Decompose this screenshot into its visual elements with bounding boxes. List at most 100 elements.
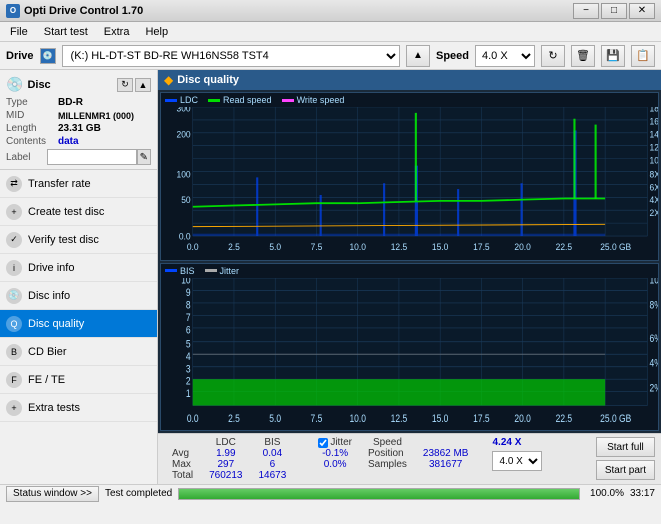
- svg-text:7.5: 7.5: [311, 413, 323, 425]
- speed-select[interactable]: 4.0 X: [475, 45, 535, 67]
- svg-text:0.0: 0.0: [179, 231, 191, 242]
- sidebar-item-extra-tests[interactable]: + Extra tests: [0, 394, 157, 422]
- sidebar-item-verify-test-disc[interactable]: ✓ Verify test disc: [0, 226, 157, 254]
- extra-tests-icon: +: [6, 400, 22, 416]
- status-bar: Status window >> Test completed 100.0% 3…: [0, 484, 661, 502]
- svg-text:8%: 8%: [650, 299, 658, 311]
- svg-text:4%: 4%: [650, 357, 658, 369]
- svg-text:50: 50: [181, 195, 190, 206]
- svg-text:1: 1: [186, 388, 191, 400]
- dq-title: Disc quality: [177, 74, 239, 86]
- label-edit-btn[interactable]: ✎: [137, 149, 151, 165]
- write-button[interactable]: 💾: [601, 45, 625, 67]
- chart1-legend: LDC Read speed Write speed: [161, 93, 658, 107]
- svg-text:10X: 10X: [650, 155, 658, 166]
- sidebar-item-disc-quality[interactable]: Q Disc quality: [0, 310, 157, 338]
- app-title: Opti Drive Control 1.70: [24, 5, 143, 17]
- status-window-button[interactable]: Status window >>: [6, 486, 99, 502]
- create-test-disc-icon: +: [6, 204, 22, 220]
- drive-info-icon: i: [6, 260, 22, 276]
- disc-icon: 💿: [6, 76, 23, 93]
- start-full-button[interactable]: Start full: [596, 437, 655, 457]
- col-spacer: [294, 437, 310, 448]
- menu-help[interactable]: Help: [139, 25, 174, 39]
- max-ldc: 297: [201, 459, 250, 470]
- svg-text:2.5: 2.5: [228, 413, 240, 425]
- sidebar-item-transfer-rate[interactable]: ⇄ Transfer rate: [0, 170, 157, 198]
- drive-select[interactable]: (K:) HL-DT-ST BD-RE WH16NS58 TST4: [62, 45, 400, 67]
- start-part-button[interactable]: Start part: [596, 460, 655, 480]
- svg-text:10.0: 10.0: [349, 242, 365, 253]
- chart2-legend: BIS Jitter: [161, 264, 658, 278]
- contents-value: data: [58, 136, 79, 147]
- erase-button[interactable]: 🗑: [571, 45, 595, 67]
- title-bar: O Opti Drive Control 1.70 − □ ✕: [0, 0, 661, 22]
- close-button[interactable]: ✕: [629, 3, 655, 19]
- disc-eject-btn[interactable]: ▲: [135, 78, 151, 92]
- chart1-svg: 300 200 100 50 0.0 18X 16X 14X 12X: [161, 107, 658, 260]
- sidebar-item-create-test-disc[interactable]: + Create test disc: [0, 198, 157, 226]
- svg-text:12X: 12X: [650, 142, 658, 153]
- sidebar-item-drive-info[interactable]: i Drive info: [0, 254, 157, 282]
- write-speed-color: [282, 99, 294, 102]
- svg-text:16X: 16X: [650, 116, 658, 127]
- disc-refresh-btn[interactable]: ↻: [117, 78, 133, 92]
- cd-bier-icon: B: [6, 344, 22, 360]
- stats-speed-dropdown[interactable]: 4.0 X: [492, 451, 542, 471]
- chart2-svg: 10 9 8 7 6 5 4 3 2 1: [161, 278, 658, 431]
- refresh-button[interactable]: ↻: [541, 45, 565, 67]
- chart1-svg-area: 300 200 100 50 0.0 18X 16X 14X 12X: [161, 107, 658, 260]
- menu-extra[interactable]: Extra: [98, 25, 136, 39]
- svg-text:25.0 GB: 25.0 GB: [600, 413, 631, 425]
- col-bis: BIS: [251, 437, 295, 448]
- jitter-color: [205, 269, 217, 272]
- stats-row-max: Max 297 6 0.0% Samples 381677: [164, 459, 476, 470]
- ldc-color: [165, 99, 177, 102]
- sidebar-item-disc-info[interactable]: 💿 Disc info: [0, 282, 157, 310]
- chart1-container: LDC Read speed Write speed: [160, 92, 659, 261]
- svg-text:5: 5: [186, 338, 191, 350]
- length-value: 23.31 GB: [58, 123, 101, 134]
- avg-ldc: 1.99: [201, 448, 250, 459]
- svg-text:100: 100: [177, 169, 191, 180]
- label-label: Label: [6, 152, 47, 163]
- svg-text:0.0: 0.0: [187, 242, 199, 253]
- col-jitter: Jitter: [310, 437, 360, 448]
- length-label: Length: [6, 123, 58, 134]
- svg-text:2%: 2%: [650, 382, 658, 394]
- drive-icon: 💿: [40, 48, 56, 64]
- sidebar-item-fe-te[interactable]: F FE / TE: [0, 366, 157, 394]
- total-label: Total: [164, 470, 201, 481]
- legend-write: Write speed: [282, 95, 345, 105]
- speed-label: Speed: [436, 50, 469, 62]
- svg-text:17.5: 17.5: [473, 413, 490, 425]
- legend-bis: BIS: [165, 266, 195, 276]
- disc-panel-title: Disc: [27, 79, 50, 91]
- max-bis: 6: [251, 459, 295, 470]
- type-label: Type: [6, 97, 58, 108]
- total-bis: 14673: [251, 470, 295, 481]
- svg-text:5.0: 5.0: [269, 242, 281, 253]
- progress-pct: 100.0%: [590, 488, 624, 499]
- maximize-button[interactable]: □: [601, 3, 627, 19]
- sidebar-item-cd-bier[interactable]: B CD Bier: [0, 338, 157, 366]
- menu-file[interactable]: File: [4, 25, 34, 39]
- svg-text:6%: 6%: [650, 332, 658, 344]
- svg-text:12.5: 12.5: [391, 242, 407, 253]
- eject-button[interactable]: ▲: [406, 45, 430, 67]
- jitter-checkbox[interactable]: [318, 438, 328, 448]
- label-input[interactable]: [47, 149, 137, 165]
- legend-ldc: LDC: [165, 95, 198, 105]
- disc-quality-icon: Q: [6, 316, 22, 332]
- svg-text:6: 6: [186, 324, 191, 336]
- menu-start-test[interactable]: Start test: [38, 25, 94, 39]
- contents-label: Contents: [6, 136, 58, 147]
- svg-text:9: 9: [186, 287, 191, 299]
- svg-text:8X: 8X: [650, 169, 658, 180]
- position-label: Position: [360, 448, 415, 459]
- svg-text:2.5: 2.5: [228, 242, 240, 253]
- verify-test-disc-icon: ✓: [6, 232, 22, 248]
- avg-label: Avg: [164, 448, 201, 459]
- minimize-button[interactable]: −: [573, 3, 599, 19]
- save-button[interactable]: 📋: [631, 45, 655, 67]
